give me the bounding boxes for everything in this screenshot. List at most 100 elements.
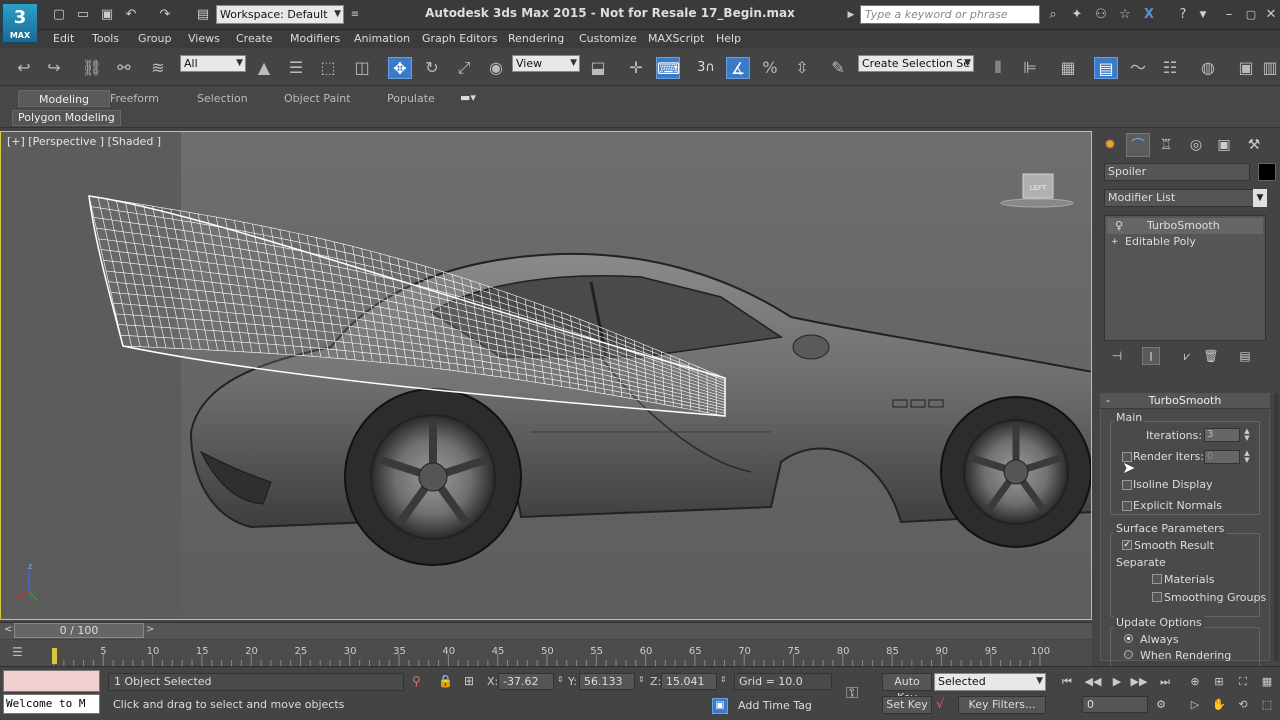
polygon-modeling-panel[interactable]: Polygon Modeling: [12, 110, 121, 126]
select-and-scale-icon[interactable]: ⤢: [452, 57, 476, 79]
subscription-icon[interactable]: ✦: [1068, 6, 1086, 24]
curve-editor-icon[interactable]: 〜: [1126, 57, 1150, 79]
menu-rendering[interactable]: Rendering: [508, 32, 564, 45]
rect-selection-icon[interactable]: ⬚: [316, 57, 340, 79]
select-and-move-icon[interactable]: ✥: [388, 57, 412, 79]
time-slider-thumb[interactable]: 0 / 100: [14, 623, 144, 638]
key-mode-dropdown[interactable]: Selected ▼: [934, 673, 1046, 691]
next-frame-icon[interactable]: ▶▶: [1128, 673, 1150, 691]
spinner-arrows-icon[interactable]: ▲ ▼: [1242, 450, 1252, 464]
menu-graph-editors[interactable]: Graph Editors: [422, 32, 498, 45]
select-by-name-icon[interactable]: ☰: [284, 57, 308, 79]
menu-maxscript[interactable]: MAXScript: [648, 32, 704, 45]
next-frame-arrow-icon[interactable]: >: [146, 624, 154, 635]
tab-object-paint[interactable]: Object Paint: [264, 90, 371, 107]
display-panel-icon[interactable]: ▣: [1212, 133, 1236, 157]
perspective-viewport[interactable]: LEFT z [+] [Perspective ] [Shaded ]: [0, 131, 1092, 620]
play-icon[interactable]: ▶: [1106, 673, 1128, 691]
maxscript-listener-output[interactable]: [3, 670, 100, 692]
key-filter-curve-icon[interactable]: √: [936, 697, 944, 712]
zoom-icon[interactable]: ⊕: [1184, 673, 1206, 691]
help-icon[interactable]: ?: [1174, 6, 1192, 24]
stack-item-turbosmooth[interactable]: ♀ TurboSmooth: [1107, 218, 1263, 234]
spinner-arrows-icon[interactable]: ⇕: [557, 675, 564, 684]
save-file-icon[interactable]: ▣: [98, 6, 116, 24]
set-key-mode-icon[interactable]: ⚿: [846, 683, 858, 703]
go-to-start-icon[interactable]: ⏮: [1056, 673, 1078, 691]
mirror-icon[interactable]: ⫴: [986, 57, 1010, 79]
scene-explorer-icon[interactable]: ▤: [1094, 57, 1118, 79]
modifier-list-dropdown[interactable]: Modifier List ▼: [1104, 189, 1267, 207]
menu-animation[interactable]: Animation: [354, 32, 410, 45]
spinner-snap-icon[interactable]: ⇳: [790, 57, 814, 79]
menu-customize[interactable]: Customize: [579, 32, 637, 45]
rendered-frame-icon[interactable]: ▥: [1262, 57, 1278, 79]
binoculars-icon[interactable]: ⌕: [1044, 6, 1062, 24]
go-to-end-icon[interactable]: ⏭: [1154, 673, 1176, 691]
help-dropdown-icon[interactable]: ▼: [1194, 6, 1212, 24]
prev-frame-arrow-icon[interactable]: <: [4, 624, 12, 635]
selection-filter-dropdown[interactable]: All ▼: [180, 55, 246, 72]
bind-space-warp-icon[interactable]: ≋: [146, 57, 170, 79]
exchange-icon[interactable]: X: [1140, 6, 1158, 24]
remove-modifier-icon[interactable]: 🗑: [1202, 347, 1220, 365]
bulb-icon[interactable]: ♀: [1115, 218, 1123, 234]
menu-views[interactable]: Views: [188, 32, 220, 45]
menu-group[interactable]: Group: [138, 32, 172, 45]
stack-item-editable-poly[interactable]: + Editable Poly: [1107, 234, 1263, 250]
zoom-extents-all-icon[interactable]: ▦: [1256, 673, 1278, 691]
pin-stack-icon[interactable]: ⊣: [1108, 347, 1126, 365]
menu-help[interactable]: Help: [716, 32, 741, 45]
show-end-result-icon[interactable]: Ⅰ: [1142, 347, 1160, 365]
make-unique-icon[interactable]: ⩗: [1178, 347, 1196, 365]
spinner-arrows-icon[interactable]: ⇕: [720, 675, 727, 684]
isolate-selection-icon[interactable]: ⚲: [412, 674, 421, 688]
mini-curve-editor-icon[interactable]: ☰: [12, 645, 23, 659]
snaps-toggle-icon[interactable]: 3∩: [694, 57, 718, 79]
time-slider-track[interactable]: [0, 622, 1092, 639]
render-setup-icon[interactable]: ▣: [1234, 57, 1258, 79]
y-coord-field[interactable]: 56.133: [579, 673, 635, 690]
utilities-panel-icon[interactable]: ⚒: [1242, 133, 1266, 157]
window-crossing-icon[interactable]: ◫: [350, 57, 374, 79]
selection-lock-icon[interactable]: 🔒: [438, 674, 453, 688]
object-color-swatch[interactable]: [1258, 163, 1276, 181]
pan-view-icon[interactable]: ✋: [1208, 696, 1230, 714]
pivot-center-icon[interactable]: ⬓: [586, 57, 610, 79]
z-coord-field[interactable]: 15.041: [661, 673, 717, 690]
menu-create[interactable]: Create: [236, 32, 273, 45]
open-file-icon[interactable]: ▭: [74, 6, 92, 24]
project-folder-icon[interactable]: ▤: [194, 6, 212, 24]
maxscript-listener-input[interactable]: Welcome to M: [3, 694, 100, 714]
field-of-view-icon[interactable]: ▷: [1184, 696, 1206, 714]
when-rendering-radio[interactable]: [1124, 650, 1133, 659]
zoom-all-icon[interactable]: ⊞: [1208, 673, 1230, 691]
motion-panel-icon[interactable]: ◎: [1184, 133, 1208, 157]
time-tag-icon[interactable]: ▣: [712, 698, 728, 714]
select-and-link-icon[interactable]: ⛓: [80, 57, 104, 79]
current-frame-field[interactable]: 0: [1082, 696, 1148, 713]
menu-edit[interactable]: Edit: [53, 32, 74, 45]
reference-coord-dropdown[interactable]: View ▼: [512, 55, 580, 72]
tab-populate[interactable]: Populate: [367, 90, 455, 107]
unlink-icon[interactable]: ⚯: [112, 57, 136, 79]
modify-panel-icon[interactable]: ⌒: [1126, 133, 1150, 157]
explicit-normals-checkbox[interactable]: [1122, 501, 1132, 511]
tab-selection[interactable]: Selection: [177, 90, 268, 107]
time-configuration-icon[interactable]: ⚙: [1150, 696, 1172, 714]
command-panel-scrollbar[interactable]: [1274, 393, 1279, 661]
maximize-icon[interactable]: ▢: [1242, 6, 1260, 24]
iterations-spinner[interactable]: 3: [1204, 428, 1240, 442]
spinner-arrows-icon[interactable]: ▲ ▼: [1242, 428, 1252, 442]
communication-icon[interactable]: ⚇: [1092, 6, 1110, 24]
smooth-result-checkbox[interactable]: ✓: [1122, 540, 1132, 550]
undo-icon[interactable]: ↶: [122, 6, 140, 24]
edit-named-selection-icon[interactable]: ✎: [826, 57, 850, 79]
rollout-header[interactable]: - TurboSmooth: [1100, 393, 1270, 409]
add-time-tag-button[interactable]: Add Time Tag: [738, 699, 812, 712]
smoothing-groups-checkbox[interactable]: [1152, 592, 1162, 602]
keyboard-shortcut-override-icon[interactable]: ⌨: [656, 57, 680, 79]
set-key-button[interactable]: Set Key: [882, 696, 932, 714]
render-iters-spinner[interactable]: 0: [1204, 450, 1240, 464]
layer-manager-icon[interactable]: ▦: [1056, 57, 1080, 79]
